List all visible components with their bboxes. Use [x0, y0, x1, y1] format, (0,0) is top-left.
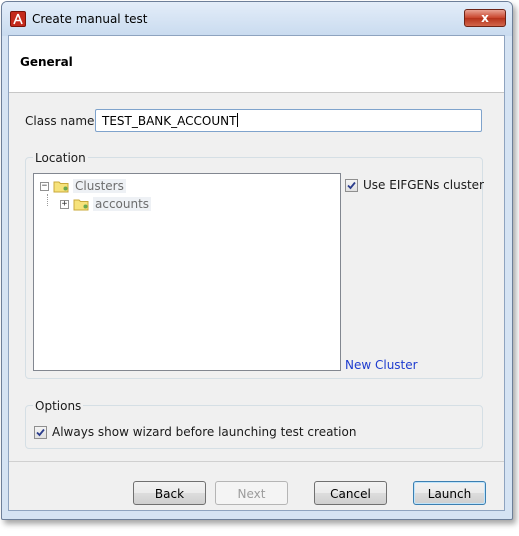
- tree-node-label: accounts: [93, 197, 152, 211]
- window-title: Create manual test: [32, 12, 148, 26]
- class-name-label: Class name:: [25, 114, 99, 128]
- use-eifgens-checkbox-row[interactable]: Use EIFGENs cluster: [345, 178, 484, 192]
- launch-button[interactable]: Launch: [413, 481, 486, 505]
- eiffel-app-icon: [10, 11, 26, 27]
- tree-node-label: Clusters: [73, 179, 126, 193]
- page-title: General: [20, 55, 73, 69]
- class-name-value: TEST_BANK_ACCOUNT: [102, 114, 237, 128]
- checkmark-icon: [36, 428, 45, 436]
- text-caret: [237, 113, 239, 127]
- close-button[interactable]: x: [464, 9, 506, 27]
- tree-connector: [47, 194, 48, 206]
- footer-divider: [9, 461, 504, 462]
- always-show-label: Always show wizard before launching test…: [52, 425, 357, 439]
- back-button[interactable]: Back: [133, 481, 206, 505]
- always-show-checkbox-row[interactable]: Always show wizard before launching test…: [34, 425, 356, 439]
- title-bar[interactable]: Create manual test x: [2, 2, 512, 36]
- folder-icon: [73, 199, 89, 210]
- folder-icon: [53, 181, 69, 192]
- cluster-tree[interactable]: − Clusters + accounts: [33, 173, 341, 371]
- class-name-input[interactable]: TEST_BANK_ACCOUNT: [95, 109, 482, 132]
- tree-node-clusters[interactable]: − Clusters: [40, 178, 126, 194]
- use-eifgens-label: Use EIFGENs cluster: [363, 178, 484, 192]
- cancel-button[interactable]: Cancel: [314, 481, 387, 505]
- checkmark-icon: [347, 181, 356, 189]
- close-icon: x: [481, 11, 489, 25]
- tree-node-accounts[interactable]: + accounts: [60, 196, 152, 212]
- always-show-checkbox[interactable]: [34, 425, 47, 439]
- use-eifgens-checkbox[interactable]: [345, 178, 358, 192]
- dialog-window: Create manual test x General Class name:…: [1, 1, 513, 520]
- header-panel: General: [9, 36, 504, 93]
- collapse-icon[interactable]: −: [40, 181, 49, 191]
- new-cluster-link[interactable]: New Cluster: [345, 358, 418, 372]
- next-button[interactable]: Next: [215, 481, 288, 505]
- dialog-client: General Class name: TEST_BANK_ACCOUNT Lo…: [8, 35, 505, 511]
- options-group-label: Options: [33, 399, 84, 413]
- location-group-label: Location: [33, 151, 88, 165]
- expand-icon[interactable]: +: [60, 199, 69, 209]
